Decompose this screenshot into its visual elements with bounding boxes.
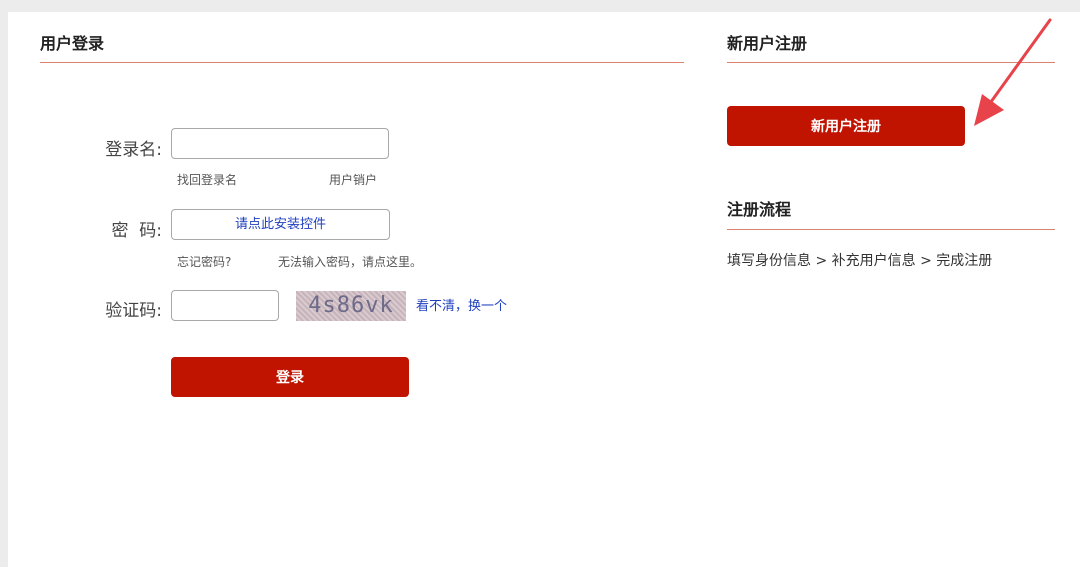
password-label: 密 码: [111,221,162,241]
forgot-username-link[interactable]: 找回登录名 [177,172,237,188]
register-section-title: 新用户注册 [727,34,808,53]
red-pointer-arrow-icon [974,18,1052,126]
username-input[interactable] [171,128,389,159]
deregister-link[interactable]: 用户销户 [329,172,377,188]
install-password-control-link[interactable]: 请点此安装控件 [171,209,390,240]
register-button[interactable]: 新用户注册 [727,106,965,146]
forgot-password-link[interactable]: 忘记密码? [177,254,231,270]
registration-steps: 填写身份信息 > 补充用户信息 > 完成注册 [727,253,993,269]
page-panel [8,12,1080,567]
flow-section-title: 注册流程 [727,200,792,219]
cannot-input-password-link[interactable]: 无法输入密码，请点这里。 [278,254,422,270]
flow-title-divider [727,229,1055,230]
captcha-code: 4s86vk [308,293,394,318]
captcha-refresh-link[interactable]: 看不清，换一个 [416,299,507,315]
login-section-title: 用户登录 [40,34,105,53]
login-title-divider [40,62,684,63]
captcha-image[interactable]: 4s86vk [296,291,406,321]
login-button[interactable]: 登录 [171,357,409,397]
username-label: 登录名: [105,140,162,160]
captcha-input[interactable] [171,290,279,321]
captcha-label: 验证码: [105,301,162,321]
